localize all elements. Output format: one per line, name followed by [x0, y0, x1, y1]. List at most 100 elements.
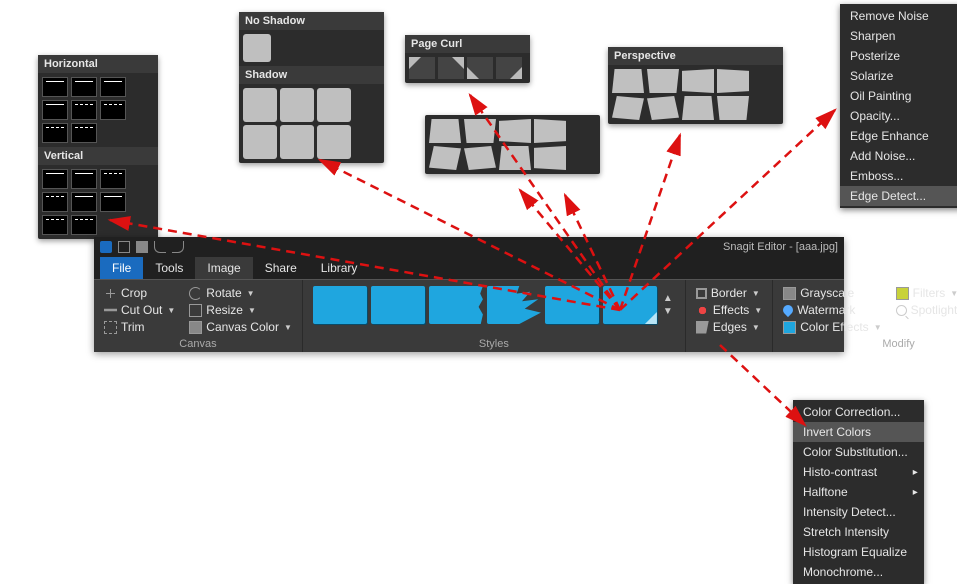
edge-style[interactable]: [100, 192, 126, 212]
edge-style[interactable]: [71, 77, 97, 97]
doc-icon[interactable]: [136, 241, 148, 253]
group-canvas-label: Canvas: [104, 338, 292, 350]
perspective-preset[interactable]: [429, 119, 461, 143]
menu-item[interactable]: Color Substitution...: [793, 442, 924, 462]
perspective-preset[interactable]: [464, 119, 496, 143]
save-icon[interactable]: [118, 241, 130, 253]
menu-item[interactable]: Histogram Equalize: [793, 542, 924, 562]
style-preset[interactable]: [371, 286, 425, 324]
tab-file[interactable]: File: [100, 257, 143, 279]
menu-item[interactable]: Emboss...: [840, 166, 957, 186]
resize-button[interactable]: Resize▼: [189, 303, 292, 317]
perspective-preset[interactable]: [429, 146, 461, 170]
menu-item[interactable]: Posterize▸: [840, 46, 957, 66]
style-preset[interactable]: [487, 286, 541, 324]
menu-item[interactable]: Opacity...: [840, 106, 957, 126]
menu-item[interactable]: Sharpen▸: [840, 26, 957, 46]
watermark-button[interactable]: Watermark: [783, 303, 881, 317]
style-preset[interactable]: [603, 286, 657, 324]
undo-icon[interactable]: [154, 241, 166, 253]
filters-menu[interactable]: Remove Noise▸Sharpen▸Posterize▸Solarize▸…: [840, 4, 957, 208]
border-button[interactable]: Border▼: [696, 286, 762, 300]
perspective-preset[interactable]: [717, 69, 749, 93]
menu-item[interactable]: Invert Colors: [793, 422, 924, 442]
perspective-preset[interactable]: [464, 146, 496, 170]
edge-style[interactable]: [100, 169, 126, 189]
style-preset[interactable]: [313, 286, 367, 324]
perspective-preset[interactable]: [612, 69, 644, 93]
shadow-preset[interactable]: [280, 88, 314, 122]
edge-style[interactable]: [100, 77, 126, 97]
perspective-preset[interactable]: [647, 69, 679, 93]
perspective-popup[interactable]: Perspective: [608, 47, 783, 124]
perspective-preset[interactable]: [682, 96, 714, 120]
style-preset[interactable]: [429, 286, 483, 324]
tab-tools[interactable]: Tools: [143, 257, 195, 279]
redo-icon[interactable]: [172, 241, 184, 253]
style-preset[interactable]: [545, 286, 599, 324]
edge-style[interactable]: [42, 169, 68, 189]
effects-button[interactable]: Effects▼: [696, 303, 762, 317]
shadow-none[interactable]: [243, 34, 271, 62]
perspective-preset[interactable]: [499, 119, 531, 143]
menu-item[interactable]: Edge Enhance: [840, 126, 957, 146]
edge-style[interactable]: [71, 100, 97, 120]
perspective-preset[interactable]: [499, 146, 531, 170]
pagecurl-preset[interactable]: [467, 57, 493, 79]
edge-style[interactable]: [100, 100, 126, 120]
crop-button[interactable]: Crop: [104, 286, 175, 300]
edge-style[interactable]: [42, 192, 68, 212]
pagecurl-preset[interactable]: [438, 57, 464, 79]
spotlight-button[interactable]: Spotlight & Magnify: [896, 303, 957, 317]
menu-item[interactable]: Monochrome...: [793, 562, 924, 582]
perspective-popup-2[interactable]: [425, 115, 600, 174]
perspective-preset[interactable]: [612, 96, 644, 120]
edge-style[interactable]: [71, 169, 97, 189]
menu-item[interactable]: Color Correction...: [793, 402, 924, 422]
coloreffects-menu[interactable]: Color Correction...Invert ColorsColor Su…: [793, 400, 924, 584]
pagecurl-popup[interactable]: Page Curl: [405, 35, 530, 83]
menu-item[interactable]: Intensity Detect...: [793, 502, 924, 522]
coloreffects-button[interactable]: Color Effects▼: [783, 320, 881, 334]
shadow-preset[interactable]: [243, 125, 277, 159]
grayscale-button[interactable]: Grayscale: [783, 286, 881, 300]
edge-style[interactable]: [42, 77, 68, 97]
menu-item[interactable]: Add Noise...: [840, 146, 957, 166]
menu-item[interactable]: Oil Painting▸: [840, 86, 957, 106]
edges-button[interactable]: Edges▼: [696, 320, 762, 334]
perspective-preset[interactable]: [717, 96, 749, 120]
edges-popup[interactable]: Horizontal Vertical: [38, 55, 158, 239]
tab-image[interactable]: Image: [195, 257, 252, 279]
perspective-preset[interactable]: [534, 146, 566, 170]
perspective-preset[interactable]: [682, 69, 714, 93]
menu-item[interactable]: Edge Detect...: [840, 186, 957, 206]
perspective-preset[interactable]: [647, 96, 679, 120]
edge-style[interactable]: [71, 215, 97, 235]
tab-share[interactable]: Share: [253, 257, 309, 279]
pagecurl-preset[interactable]: [496, 57, 522, 79]
menu-item[interactable]: Remove Noise▸: [840, 6, 957, 26]
tab-library[interactable]: Library: [309, 257, 370, 279]
edge-style[interactable]: [42, 215, 68, 235]
styles-scroll[interactable]: ▲▼: [661, 293, 675, 317]
edge-style[interactable]: [42, 100, 68, 120]
canvascolor-button[interactable]: Canvas Color▼: [189, 320, 292, 334]
menu-item[interactable]: Histo-contrast▸: [793, 462, 924, 482]
cutout-button[interactable]: Cut Out▼: [104, 303, 175, 317]
edge-style[interactable]: [71, 123, 97, 143]
shadow-preset[interactable]: [317, 88, 351, 122]
shadow-preset[interactable]: [243, 88, 277, 122]
menu-item[interactable]: Halftone▸: [793, 482, 924, 502]
shadow-preset[interactable]: [280, 125, 314, 159]
pagecurl-preset[interactable]: [409, 57, 435, 79]
edge-style[interactable]: [42, 123, 68, 143]
rotate-button[interactable]: Rotate▼: [189, 286, 292, 300]
shadow-popup[interactable]: No Shadow Shadow: [239, 12, 384, 163]
edge-style[interactable]: [71, 192, 97, 212]
shadow-preset[interactable]: [317, 125, 351, 159]
filters-button[interactable]: Filters▼: [896, 286, 957, 300]
menu-item[interactable]: Stretch Intensity: [793, 522, 924, 542]
trim-button[interactable]: Trim: [104, 320, 175, 334]
perspective-preset[interactable]: [534, 119, 566, 143]
menu-item[interactable]: Solarize▸: [840, 66, 957, 86]
